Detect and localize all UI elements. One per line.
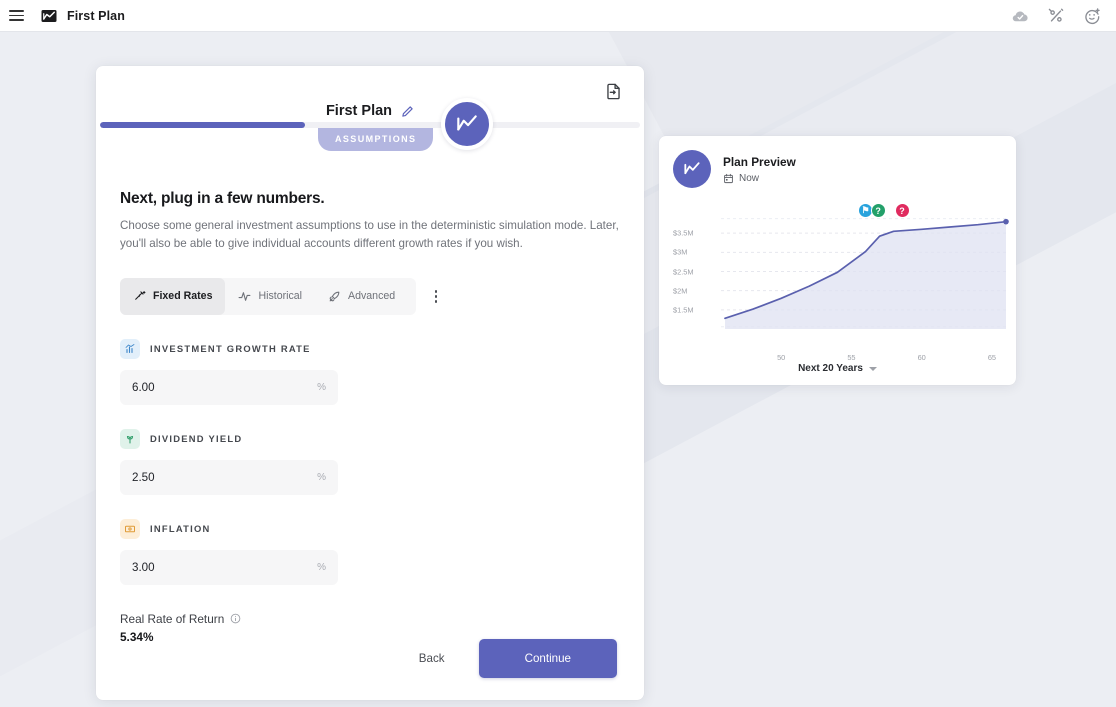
field-label: DIVIDEND YIELD <box>150 433 242 444</box>
field-unit: % <box>317 472 326 483</box>
plan-preview-panel: Plan Preview Now $1 <box>659 136 1016 385</box>
tab-advanced[interactable]: Advanced <box>315 278 408 315</box>
pencil-edit-icon[interactable] <box>401 105 414 118</box>
card-body: Next, plug in a few numbers. Choose some… <box>96 162 644 644</box>
y-axis-tick: $3.5M <box>673 229 694 238</box>
plan-chart-avatar-icon <box>673 150 711 188</box>
plan-title: First Plan <box>326 103 392 119</box>
field-value: 3.00 <box>132 561 155 574</box>
page-title: Next, plug in a few numbers. <box>120 190 620 208</box>
y-axis-tick: $2M <box>673 286 687 295</box>
info-circle-icon[interactable] <box>230 613 241 624</box>
x-axis-tick: 50 <box>777 353 785 362</box>
magic-percent-icon[interactable] <box>1046 6 1066 26</box>
activity-pulse-icon <box>238 290 251 303</box>
inflation-input[interactable]: 3.00 % <box>120 550 338 585</box>
chevron-down-icon <box>869 367 877 371</box>
page-subtitle: Choose some general investment assumptio… <box>120 217 620 253</box>
dividend-yield-input[interactable]: 2.50 % <box>120 460 338 495</box>
app-title: First Plan <box>67 9 125 23</box>
chart-end-point <box>1003 219 1009 225</box>
field-inflation: INFLATION 3.00 % <box>120 519 620 585</box>
inflation-money-icon <box>120 519 140 539</box>
preview-header: Plan Preview Now <box>659 136 1016 188</box>
progress-bar-fill <box>100 122 305 128</box>
real-rate-label-row: Real Rate of Return <box>120 612 620 626</box>
plan-title-row: First Plan <box>96 103 644 119</box>
continue-button[interactable]: Continue <box>479 639 617 678</box>
cloud-saved-icon[interactable] <box>1010 6 1030 26</box>
y-axis-tick: $2.5M <box>673 267 694 276</box>
x-axis-tick: 55 <box>847 353 855 362</box>
real-rate-label: Real Rate of Return <box>120 612 224 626</box>
chart-logo-icon <box>40 7 58 25</box>
mode-tabs: Fixed Rates Historical A <box>120 278 416 315</box>
y-axis-tick: $3M <box>673 248 687 257</box>
field-investment-growth-rate: INVESTMENT GROWTH RATE 6.00 % <box>120 339 620 405</box>
field-value: 2.50 <box>132 471 155 484</box>
magic-wand-icon <box>133 290 146 303</box>
top-bar-actions <box>1010 6 1116 26</box>
tab-label: Fixed Rates <box>153 290 212 302</box>
preview-title: Plan Preview <box>723 155 796 169</box>
back-button[interactable]: Back <box>405 642 459 675</box>
preview-chart: $1.5M$2M$2.5M$3M$3.5M 50556065 ⚑?? <box>659 206 1016 326</box>
field-header: INVESTMENT GROWTH RATE <box>120 339 620 359</box>
field-header: INFLATION <box>120 519 620 539</box>
field-label: INVESTMENT GROWTH RATE <box>150 343 311 354</box>
tab-historical[interactable]: Historical <box>225 278 315 315</box>
assistant-face-icon[interactable] <box>1082 6 1102 26</box>
field-value: 6.00 <box>132 381 155 394</box>
growth-chart-icon <box>120 339 140 359</box>
tab-fixed-rates[interactable]: Fixed Rates <box>120 278 225 315</box>
chart-area <box>725 222 1006 329</box>
x-axis-tick: 65 <box>988 353 996 362</box>
document-icon[interactable] <box>604 82 624 102</box>
question-marker-pink[interactable]: ? <box>895 203 910 218</box>
more-vertical-icon[interactable] <box>425 278 447 315</box>
investment-growth-rate-input[interactable]: 6.00 % <box>120 370 338 405</box>
hamburger-icon[interactable] <box>2 0 30 32</box>
calendar-icon <box>723 173 734 184</box>
tab-label: Advanced <box>348 290 395 302</box>
field-label: INFLATION <box>150 523 211 534</box>
plan-chart-avatar-icon <box>441 98 493 150</box>
top-bar: First Plan <box>0 0 1116 32</box>
x-axis-tick: 60 <box>918 353 926 362</box>
wizard-card: First Plan ASSUMPTIONS Next, plug in a f… <box>96 66 644 700</box>
tab-label: Historical <box>258 290 302 302</box>
y-axis-tick: $1.5M <box>673 305 694 314</box>
card-footer: Back Continue <box>96 639 644 678</box>
dividend-plant-icon <box>120 429 140 449</box>
preview-when: Now <box>739 173 759 184</box>
preview-header-text: Plan Preview Now <box>723 155 796 184</box>
field-unit: % <box>317 562 326 573</box>
step-pill: ASSUMPTIONS <box>318 128 433 151</box>
field-header: DIVIDEND YIELD <box>120 429 620 449</box>
rocket-icon <box>328 290 341 303</box>
range-dropdown[interactable]: Next 20 Years <box>659 363 1016 374</box>
preview-subtitle: Now <box>723 173 796 184</box>
field-unit: % <box>317 382 326 393</box>
chart-canvas <box>659 206 1016 351</box>
range-label: Next 20 Years <box>798 363 863 374</box>
question-marker-green[interactable]: ? <box>871 203 886 218</box>
field-dividend-yield: DIVIDEND YIELD 2.50 % <box>120 429 620 495</box>
